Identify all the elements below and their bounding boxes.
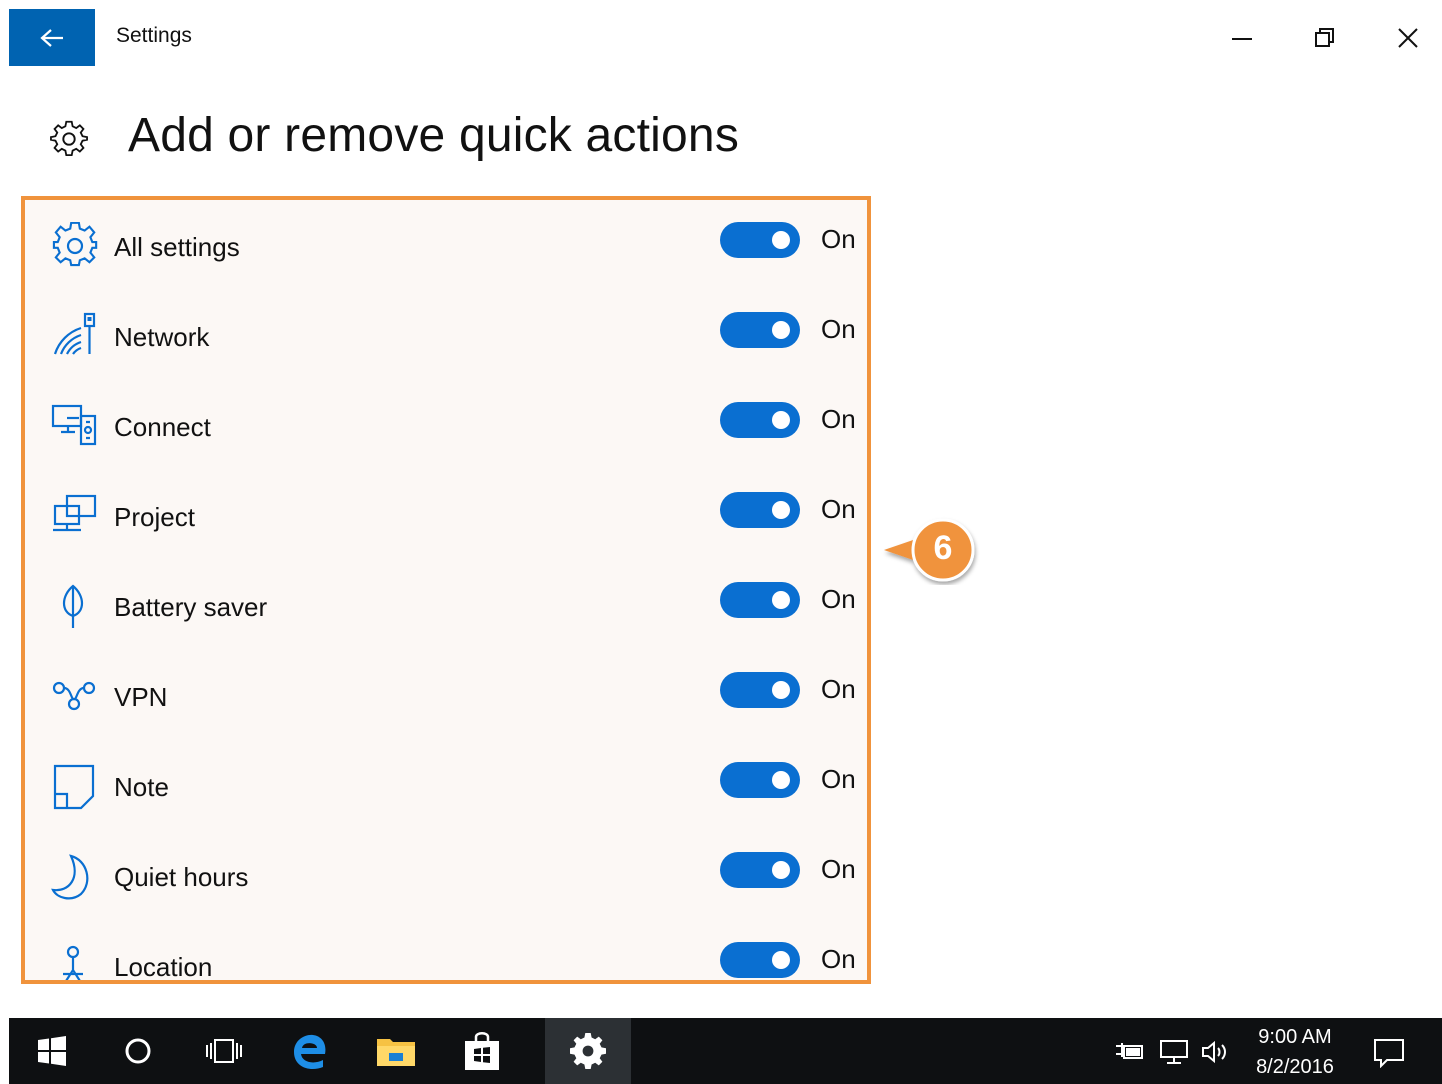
toggle-state: On bbox=[821, 674, 856, 704]
task-view-icon bbox=[206, 1039, 242, 1063]
quick-action-label: Network bbox=[114, 322, 210, 352]
file-explorer-button[interactable] bbox=[353, 1018, 439, 1084]
minimize-icon bbox=[1232, 38, 1252, 40]
settings-taskbar-button[interactable] bbox=[545, 1018, 631, 1084]
quick-actions-list: All settings On Network On Connect On Pr… bbox=[21, 196, 871, 984]
window-title: Settings bbox=[116, 24, 192, 47]
toggle-state: On bbox=[821, 944, 856, 974]
restore-button[interactable] bbox=[1305, 18, 1345, 58]
volume-icon[interactable] bbox=[1201, 1040, 1231, 1064]
quick-action-label: Connect bbox=[114, 412, 211, 442]
clock-date[interactable]: 8/2/2016 bbox=[1245, 1056, 1345, 1079]
clock-time[interactable]: 9:00 AM bbox=[1245, 1026, 1345, 1049]
quick-action-note: Note On bbox=[25, 740, 867, 830]
close-button[interactable] bbox=[1388, 18, 1428, 58]
location-toggle[interactable] bbox=[720, 942, 800, 978]
step-callout: 6 bbox=[880, 515, 980, 585]
quiet-hours-toggle[interactable] bbox=[720, 852, 800, 888]
toggle-state: On bbox=[821, 404, 856, 434]
start-button[interactable] bbox=[9, 1018, 95, 1084]
gear-icon bbox=[570, 1033, 606, 1069]
folder-icon bbox=[377, 1039, 415, 1066]
moon-icon bbox=[51, 854, 89, 900]
quick-action-network: Network On bbox=[25, 290, 867, 380]
all-settings-toggle[interactable] bbox=[720, 222, 800, 258]
close-icon bbox=[1398, 28, 1418, 48]
minimize-button[interactable] bbox=[1222, 18, 1262, 58]
quick-action-vpn: VPN On bbox=[25, 650, 867, 740]
quick-action-quiet-hours: Quiet hours On bbox=[25, 830, 867, 920]
task-view-button[interactable] bbox=[181, 1018, 267, 1084]
vpn-toggle[interactable] bbox=[720, 672, 800, 708]
quick-action-label: All settings bbox=[114, 232, 240, 262]
toggle-state: On bbox=[821, 494, 856, 524]
network-toggle[interactable] bbox=[720, 312, 800, 348]
quick-action-label: Quiet hours bbox=[114, 862, 249, 892]
toggle-state: On bbox=[821, 224, 856, 254]
back-arrow-icon bbox=[40, 28, 63, 47]
edge-icon bbox=[294, 1034, 326, 1070]
callout-number: 6 bbox=[933, 529, 953, 567]
toggle-state: On bbox=[821, 314, 856, 344]
battery-saver-icon bbox=[62, 584, 84, 628]
windows-logo-icon bbox=[38, 1036, 66, 1066]
quick-action-battery-saver: Battery saver On bbox=[25, 560, 867, 650]
project-toggle[interactable] bbox=[720, 492, 800, 528]
toggle-state: On bbox=[821, 854, 856, 884]
back-button[interactable] bbox=[9, 9, 95, 66]
note-icon bbox=[53, 764, 95, 810]
location-icon bbox=[63, 945, 83, 980]
cortana-circle-icon bbox=[125, 1038, 151, 1064]
note-toggle[interactable] bbox=[720, 762, 800, 798]
quick-action-label: Battery saver bbox=[114, 592, 268, 622]
gear-icon bbox=[52, 222, 98, 267]
store-button[interactable] bbox=[439, 1018, 525, 1084]
connect-toggle[interactable] bbox=[720, 402, 800, 438]
store-bag-icon bbox=[465, 1032, 499, 1070]
quick-action-label: Location bbox=[114, 952, 213, 982]
gear-icon bbox=[50, 120, 88, 157]
search-button[interactable] bbox=[95, 1018, 181, 1084]
taskbar: 9:00 AM 8/2/2016 bbox=[9, 1018, 1442, 1084]
quick-action-project: Project On bbox=[25, 470, 867, 560]
vpn-icon bbox=[52, 681, 96, 711]
quick-action-location: Location On bbox=[25, 920, 867, 982]
network-icon[interactable] bbox=[1159, 1039, 1191, 1065]
connect-icon bbox=[51, 404, 97, 446]
quick-action-label: Note bbox=[114, 772, 169, 802]
restore-icon bbox=[1315, 28, 1334, 47]
action-center-icon[interactable] bbox=[1373, 1038, 1405, 1068]
quick-action-label: VPN bbox=[114, 682, 168, 712]
page-title: Add or remove quick actions bbox=[128, 109, 740, 162]
power-plug-icon[interactable] bbox=[1114, 1040, 1146, 1064]
project-icon bbox=[53, 494, 97, 532]
toggle-state: On bbox=[821, 584, 856, 614]
network-icon bbox=[53, 312, 96, 355]
edge-browser-button[interactable] bbox=[267, 1018, 353, 1084]
quick-action-connect: Connect On bbox=[25, 380, 867, 470]
quick-action-label: Project bbox=[114, 502, 195, 532]
quick-action-all-settings: All settings On bbox=[25, 200, 867, 290]
title-bar: Settings bbox=[0, 0, 1442, 72]
battery-saver-toggle[interactable] bbox=[720, 582, 800, 618]
toggle-state: On bbox=[821, 764, 856, 794]
